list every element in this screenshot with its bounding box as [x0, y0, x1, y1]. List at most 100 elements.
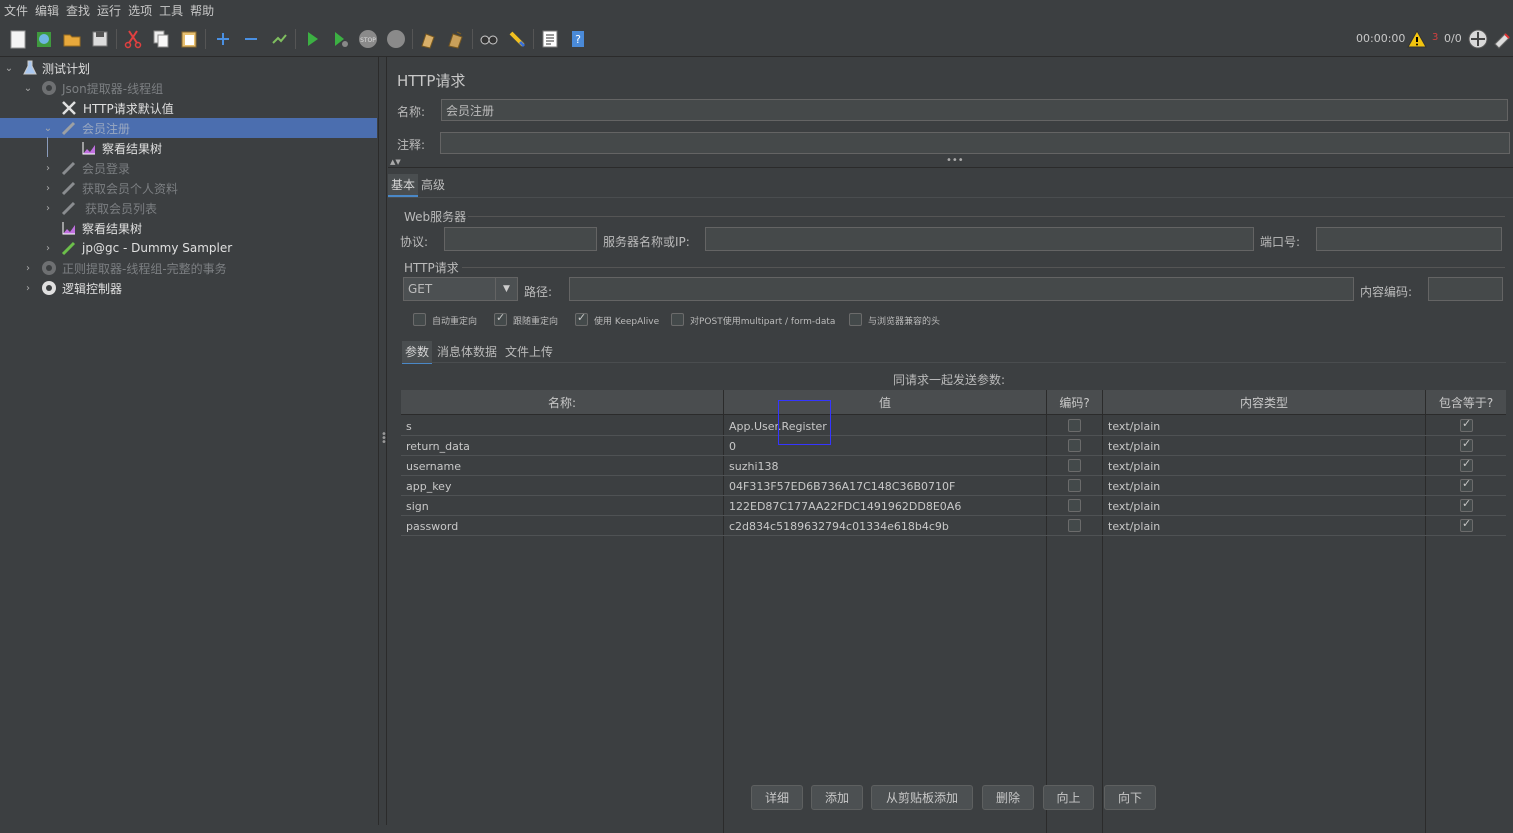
tab-body-data[interactable]: 消息体数据 — [434, 341, 500, 364]
multipart-checkbox[interactable] — [671, 313, 684, 326]
server-field[interactable] — [705, 227, 1254, 251]
cell-content-type[interactable]: text/plain — [1103, 496, 1160, 516]
copy-icon[interactable] — [149, 27, 173, 51]
comment-field[interactable] — [440, 132, 1510, 154]
warning-icon[interactable] — [1405, 27, 1429, 51]
tab-file-upload[interactable]: 文件上传 — [502, 341, 556, 364]
detail-button[interactable]: 详细 — [751, 785, 803, 810]
tree-item-member-login[interactable]: › 会员登录 — [0, 158, 377, 178]
cell-name[interactable]: s — [401, 416, 412, 436]
tab-parameters[interactable]: 参数 — [402, 341, 433, 364]
menu-options[interactable]: 选项 — [128, 2, 152, 19]
encode-checkbox[interactable] — [1068, 479, 1081, 492]
cut-icon[interactable] — [121, 27, 145, 51]
keepalive-checkbox[interactable] — [575, 311, 588, 326]
chevron-right-icon[interactable]: › — [42, 202, 54, 214]
port-field[interactable] — [1316, 227, 1502, 251]
encode-checkbox[interactable] — [1068, 439, 1081, 452]
start-icon[interactable] — [300, 27, 324, 51]
chevron-right-icon[interactable]: › — [22, 282, 34, 294]
clear-all-icon[interactable] — [444, 27, 468, 51]
drag-handle-icon[interactable]: ••• — [946, 155, 964, 166]
search-icon[interactable] — [477, 27, 501, 51]
remote-status-icon[interactable] — [1466, 27, 1490, 51]
table-row[interactable]: username suzhi138 text/plain — [401, 456, 1506, 476]
cell-name[interactable]: app_key — [401, 476, 451, 496]
split-pane-divider[interactable]: • • • — [378, 57, 387, 825]
expand-icon[interactable] — [211, 27, 235, 51]
cell-value[interactable]: 122ED87C177AA22FDC1491962DD8E0A6 — [724, 496, 961, 516]
tree-item-regex-thread-group[interactable]: › 正则提取器-线程组-完整的事务 — [0, 258, 377, 278]
collapse-icon[interactable] — [239, 27, 263, 51]
tree-item-view-results-tree[interactable]: 察看结果树 — [0, 138, 377, 158]
protocol-field[interactable] — [444, 227, 597, 251]
table-row[interactable]: s App.User.Register text/plain — [401, 416, 1506, 436]
column-header-name[interactable]: 名称: — [401, 390, 724, 415]
cell-value[interactable]: c2d834c5189632794c01334e618b4c9b — [724, 516, 949, 536]
table-row[interactable]: app_key 04F313F57ED6B736A17C148C36B0710F… — [401, 476, 1506, 496]
move-down-button[interactable]: 向下 — [1104, 785, 1156, 810]
tree-item-test-plan[interactable]: ⌄ 测试计划 — [0, 58, 377, 78]
encode-checkbox[interactable] — [1068, 519, 1081, 532]
chevron-right-icon[interactable]: › — [22, 262, 34, 274]
log-viewer-icon[interactable] — [1490, 27, 1513, 51]
column-header-encode[interactable]: 编码? — [1047, 390, 1103, 415]
tree-item-view-results-tree-2[interactable]: 察看结果树 — [0, 218, 377, 238]
method-select[interactable]: GET ▼ — [403, 277, 518, 301]
toggle-icon[interactable] — [267, 27, 291, 51]
path-field[interactable] — [569, 277, 1354, 301]
chevron-right-icon[interactable]: › — [42, 162, 54, 174]
menu-tools[interactable]: 工具 — [159, 2, 183, 19]
chevron-down-icon[interactable]: ⌄ — [22, 82, 34, 94]
menu-help[interactable]: 帮助 — [190, 2, 214, 19]
collapse-arrows-icon[interactable]: ▲▼ — [390, 158, 401, 166]
tree-item-dummy-sampler[interactable]: › jp@gc - Dummy Sampler — [0, 238, 377, 258]
cell-value[interactable]: suzhi138 — [724, 456, 779, 476]
tree-item-logic-controller[interactable]: › 逻辑控制器 — [0, 278, 377, 298]
start-no-pause-icon[interactable] — [328, 27, 352, 51]
tab-basic[interactable]: 基本 — [388, 174, 419, 197]
column-header-include-equals[interactable]: 包含等于? — [1426, 390, 1506, 415]
encode-checkbox[interactable] — [1068, 459, 1081, 472]
cell-name[interactable]: sign — [401, 496, 429, 516]
include-equals-checkbox[interactable] — [1460, 417, 1473, 432]
reset-search-icon[interactable] — [505, 27, 529, 51]
include-equals-checkbox[interactable] — [1460, 457, 1473, 472]
include-equals-checkbox[interactable] — [1460, 517, 1473, 532]
menu-run[interactable]: 运行 — [97, 2, 121, 19]
templates-icon[interactable] — [32, 27, 56, 51]
table-row[interactable]: return_data 0 text/plain — [401, 436, 1506, 456]
encode-checkbox[interactable] — [1068, 419, 1081, 432]
stop-icon[interactable]: STOP — [356, 27, 380, 51]
column-header-content-type[interactable]: 内容类型 — [1103, 390, 1426, 415]
clear-icon[interactable] — [416, 27, 440, 51]
shutdown-icon[interactable] — [384, 27, 408, 51]
auto-redirect-checkbox[interactable] — [413, 313, 426, 326]
cell-content-type[interactable]: text/plain — [1103, 476, 1160, 496]
chevron-down-icon[interactable]: ⌄ — [42, 122, 54, 134]
browser-headers-checkbox[interactable] — [849, 313, 862, 326]
cell-content-type[interactable]: text/plain — [1103, 516, 1160, 536]
cell-name[interactable]: username — [401, 456, 461, 476]
tree-item-member-register[interactable]: ⌄ 会员注册 — [0, 118, 377, 138]
encode-checkbox[interactable] — [1068, 499, 1081, 512]
save-icon[interactable] — [88, 27, 112, 51]
menu-search[interactable]: 查找 — [66, 2, 90, 19]
open-icon[interactable] — [60, 27, 84, 51]
chevron-right-icon[interactable]: › — [42, 242, 54, 254]
cell-content-type[interactable]: text/plain — [1103, 436, 1160, 456]
tree-item-member-list[interactable]: › 获取会员列表 — [0, 198, 377, 218]
tree-item-json-thread-group[interactable]: ⌄ Json提取器-线程组 — [0, 78, 377, 98]
encoding-field[interactable] — [1428, 277, 1503, 301]
delete-button[interactable]: 删除 — [982, 785, 1034, 810]
move-up-button[interactable]: 向上 — [1043, 785, 1094, 810]
follow-redirect-checkbox[interactable] — [494, 311, 507, 326]
add-button[interactable]: 添加 — [811, 785, 863, 810]
function-helper-icon[interactable] — [538, 27, 562, 51]
cell-value[interactable]: 04F313F57ED6B736A17C148C36B0710F — [724, 476, 955, 496]
include-equals-checkbox[interactable] — [1460, 437, 1473, 452]
tree-item-member-profile[interactable]: › 获取会员个人资料 — [0, 178, 377, 198]
table-row[interactable]: password c2d834c5189632794c01334e618b4c9… — [401, 516, 1506, 536]
cell-name[interactable]: password — [401, 516, 458, 536]
cell-content-type[interactable]: text/plain — [1103, 456, 1160, 476]
